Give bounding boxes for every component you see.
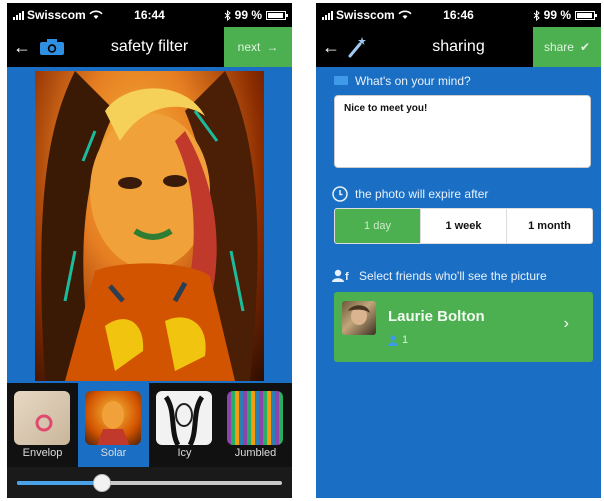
wifi-icon <box>89 10 103 19</box>
safety-filter-screen: Swisscom 16:44 99 % ← safety filter next… <box>7 3 292 498</box>
filter-label: Jumbled <box>234 447 277 459</box>
friend-count: 1 <box>402 334 409 346</box>
status-bar: Swisscom 16:44 99 % <box>7 3 292 27</box>
expire-option-1-week[interactable]: 1 week <box>421 209 507 243</box>
bluetooth-icon <box>533 9 540 21</box>
bluetooth-icon <box>224 9 231 21</box>
page-title: sharing <box>432 38 485 55</box>
filter-icy[interactable]: Icy <box>149 383 220 467</box>
expire-selector: 1 day 1 week 1 month <box>334 208 593 244</box>
page-title: safety filter <box>110 38 189 55</box>
expire-option-1-month[interactable]: 1 month <box>507 209 592 243</box>
checkmark-icon: ✔ <box>579 40 591 54</box>
filter-strip: Envelop Solar Icy Jumbled <box>7 383 292 467</box>
filter-label: Icy <box>177 447 192 459</box>
jumbled-thumbnail <box>227 391 283 445</box>
battery-icon <box>266 10 288 20</box>
chevron-right-icon: › <box>563 315 569 332</box>
speech-bubble-icon <box>334 75 348 85</box>
filter-solar[interactable]: Solar <box>78 383 149 467</box>
carrier-info: Swisscom <box>322 8 412 22</box>
message-input[interactable]: Nice to meet you! <box>334 95 591 168</box>
signal-icon <box>322 10 333 20</box>
sharing-screen: Swisscom 16:46 99 % ← sharing share ✔ Wh… <box>316 3 601 498</box>
share-label: share <box>543 40 574 54</box>
battery-percent: 99 % <box>234 8 262 22</box>
next-label: next <box>237 40 261 54</box>
nav-bar: ← sharing share ✔ <box>316 27 601 67</box>
back-button[interactable]: ← <box>11 37 33 58</box>
magic-wand-icon[interactable] <box>346 35 370 59</box>
share-button[interactable]: share ✔ <box>533 27 601 67</box>
person-icon <box>388 334 398 346</box>
filter-label: Envelop <box>22 447 63 459</box>
friend-name: Laurie Bolton <box>388 308 485 325</box>
mind-prompt-row: What's on your mind? <box>334 74 471 88</box>
nav-bar: ← safety filter next → <box>7 27 292 67</box>
back-button[interactable]: ← <box>320 37 342 58</box>
status-bar: Swisscom 16:46 99 % <box>316 3 601 27</box>
mind-prompt-label: What's on your mind? <box>355 74 471 88</box>
battery-percent: 99 % <box>543 8 571 22</box>
carrier-info: Swisscom <box>13 8 103 22</box>
friends-label: Select friends who'll see the picture <box>359 269 547 283</box>
camera-icon[interactable] <box>39 38 65 56</box>
expire-option-1-day[interactable]: 1 day <box>335 209 421 243</box>
solar-thumbnail <box>85 391 141 445</box>
friend-meta: 1 <box>388 334 408 346</box>
svg-text:f: f <box>345 271 349 283</box>
envelop-thumbnail <box>14 391 70 445</box>
filtered-photo <box>35 71 264 381</box>
filter-envelop[interactable]: Envelop <box>7 383 78 467</box>
friends-icon: f <box>332 269 349 283</box>
battery-icon <box>575 10 597 20</box>
slider-fill <box>17 481 102 485</box>
timer-icon <box>332 186 348 202</box>
intensity-slider[interactable] <box>17 474 282 492</box>
intensity-slider-area <box>7 467 292 498</box>
slider-knob[interactable] <box>92 474 111 492</box>
signal-icon <box>13 10 24 20</box>
friends-row: f Select friends who'll see the picture <box>332 269 547 283</box>
expire-row: the photo will expire after <box>332 186 488 202</box>
filter-label: Solar <box>100 447 127 459</box>
expire-label: the photo will expire after <box>355 187 489 201</box>
carrier-label: Swisscom <box>336 8 395 22</box>
icy-thumbnail <box>156 391 212 445</box>
friend-card[interactable]: Laurie Bolton 1 › <box>334 292 593 362</box>
arrow-right-icon: → <box>266 40 279 54</box>
wifi-icon <box>398 10 412 19</box>
avatar <box>342 301 376 335</box>
carrier-label: Swisscom <box>27 8 86 22</box>
next-button[interactable]: next → <box>224 27 292 67</box>
filter-jumbled[interactable]: Jumbled <box>220 383 291 467</box>
